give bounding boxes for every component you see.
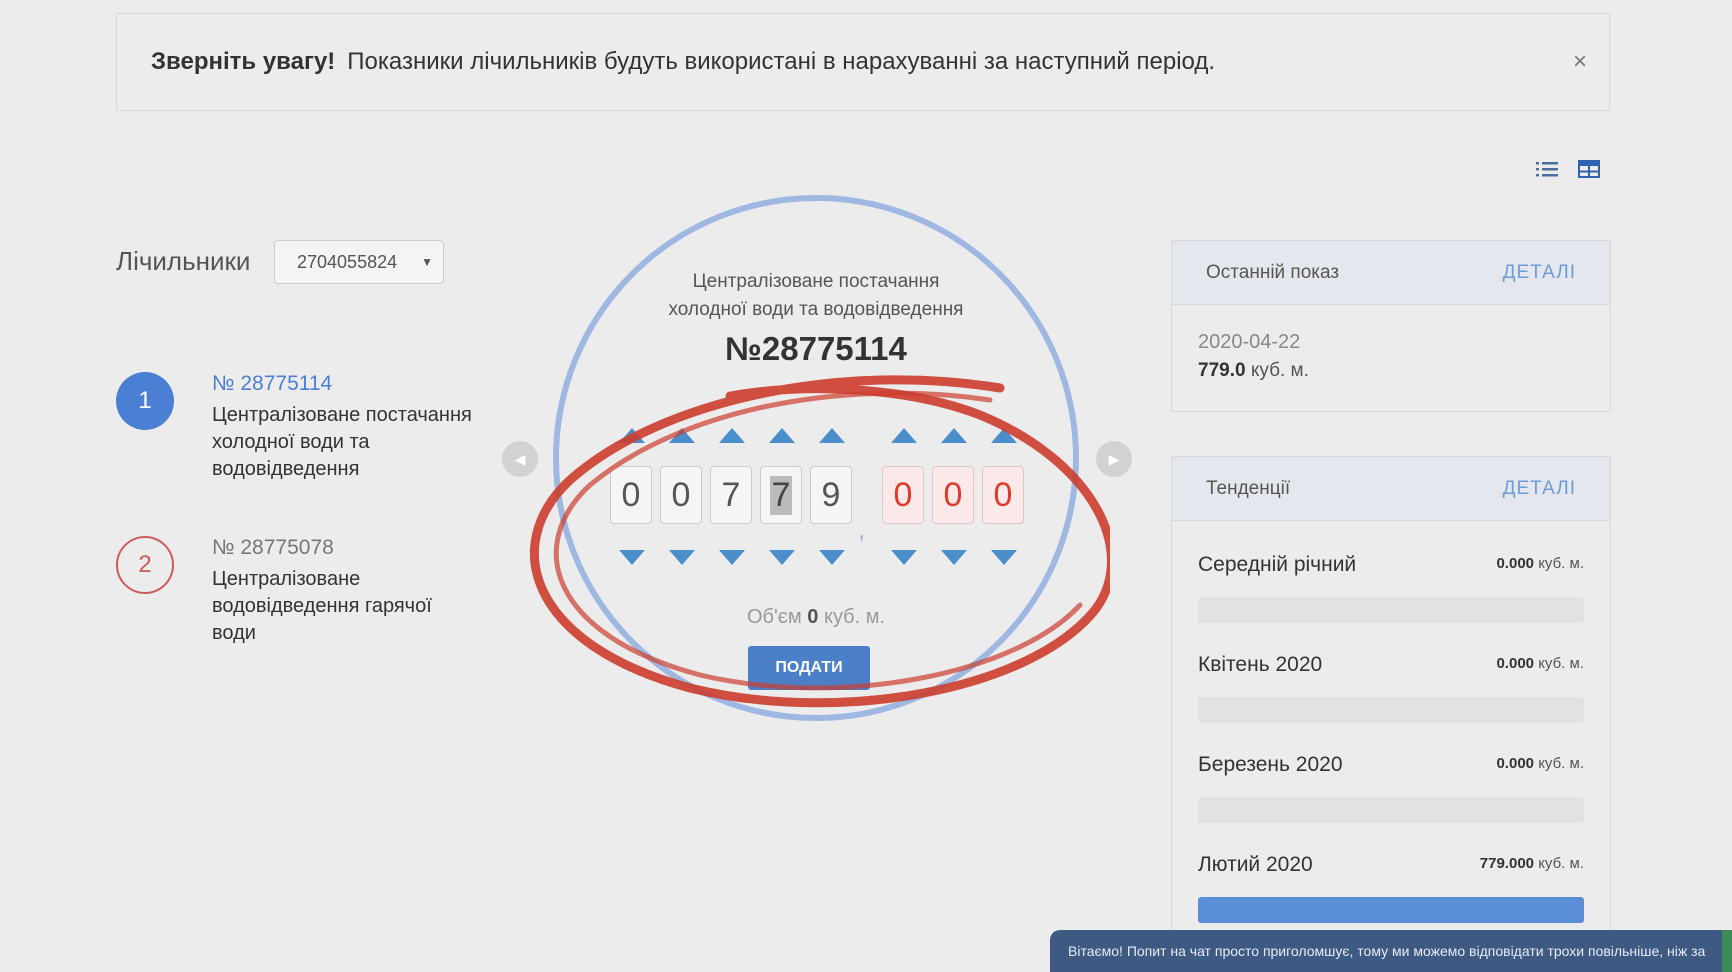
digit-column: 7 bbox=[710, 426, 754, 566]
decrement-arrow-icon[interactable] bbox=[619, 550, 645, 565]
last-reading-title: Останній показ bbox=[1206, 261, 1340, 283]
increment-arrow-icon[interactable] bbox=[719, 428, 745, 443]
meter-list-item-1[interactable]: 1 № 28775114 Централізоване постачання х… bbox=[116, 372, 472, 483]
trends-title: Тенденції bbox=[1206, 477, 1291, 499]
fraction-digit-input[interactable]: 0 bbox=[882, 466, 924, 524]
submit-button[interactable]: ПОДАТИ bbox=[748, 646, 870, 690]
notice-alert: Зверніть увагу! Показники лічильників бу… bbox=[116, 13, 1610, 111]
trend-bar-fill bbox=[1198, 897, 1584, 923]
increment-arrow-icon[interactable] bbox=[769, 428, 795, 443]
decrement-arrow-icon[interactable] bbox=[991, 550, 1017, 565]
volume-unit: куб. м. bbox=[823, 606, 886, 628]
trend-bar bbox=[1198, 797, 1584, 823]
meter-id: № 28775114 bbox=[212, 372, 333, 395]
trends-details-link[interactable]: ДЕТАЛІ bbox=[1503, 478, 1576, 500]
decrement-arrow-icon[interactable] bbox=[769, 550, 795, 565]
increment-arrow-icon[interactable] bbox=[819, 428, 845, 443]
digit-input[interactable]: 0 bbox=[610, 466, 652, 524]
trend-bar bbox=[1198, 897, 1584, 923]
trend-row: Березень 2020 0.000 куб. м. bbox=[1172, 721, 1610, 823]
last-reading-value: 779.0 куб. м. bbox=[1198, 360, 1309, 381]
meters-label: Лічильники bbox=[116, 246, 251, 276]
fraction-digit-column: 0 bbox=[882, 426, 926, 566]
digit-input[interactable]: 7 bbox=[710, 466, 752, 524]
meter-description: Централізоване водовідведення гарячої во… bbox=[212, 568, 432, 644]
trend-bar bbox=[1198, 697, 1584, 723]
digit-column: 7 bbox=[760, 426, 804, 566]
reading-digits: 0 0 7 7 9 , 0 0 0 bbox=[608, 426, 1028, 566]
last-reading-date: 2020-04-22 bbox=[1198, 331, 1301, 353]
digit-input[interactable]: 0 bbox=[660, 466, 702, 524]
trend-name: Лютий 2020 bbox=[1198, 853, 1313, 876]
view-toggle bbox=[1536, 158, 1600, 180]
prev-meter-arrow-icon[interactable]: ◀ bbox=[502, 441, 538, 477]
decrement-arrow-icon[interactable] bbox=[891, 550, 917, 565]
fraction-digit-column: 0 bbox=[982, 426, 1026, 566]
volume-readout: Об'єм 0 куб. м. bbox=[600, 606, 1032, 629]
trend-row: Квітень 2020 0.000 куб. м. bbox=[1172, 621, 1610, 723]
increment-arrow-icon[interactable] bbox=[891, 428, 917, 443]
trend-bar bbox=[1198, 597, 1584, 623]
meter-number-badge: 2 bbox=[116, 536, 174, 594]
fraction-digit-input[interactable]: 0 bbox=[982, 466, 1024, 524]
digit-input-selected[interactable]: 7 bbox=[760, 466, 802, 524]
meter-id: № 28775078 bbox=[212, 536, 334, 559]
account-select[interactable]: 2704055824 ▼ bbox=[274, 240, 444, 284]
digit-column: 0 bbox=[610, 426, 654, 566]
chat-widget-edge bbox=[1722, 930, 1732, 972]
trend-name: Квітень 2020 bbox=[1198, 653, 1323, 676]
fraction-digit-input[interactable]: 0 bbox=[932, 466, 974, 524]
digit-column: 0 bbox=[660, 426, 704, 566]
meter-number-badge: 1 bbox=[116, 372, 174, 430]
trend-amount: 0.000 куб. м. bbox=[1496, 755, 1584, 772]
trend-amount: 0.000 куб. м. bbox=[1496, 555, 1584, 572]
last-reading-panel: Останній показ ДЕТАЛІ 2020-04-22 779.0 к… bbox=[1171, 240, 1611, 412]
service-title: Централізоване постачання холодної води … bbox=[600, 268, 1032, 324]
close-icon[interactable]: × bbox=[1573, 48, 1587, 76]
meter-list-item-2[interactable]: 2 № 28775078 Централізоване водовідведен… bbox=[116, 536, 472, 647]
trend-amount: 0.000 куб. м. bbox=[1496, 655, 1584, 672]
list-view-icon[interactable] bbox=[1536, 158, 1558, 180]
decrement-arrow-icon[interactable] bbox=[719, 550, 745, 565]
account-select-value: 2704055824 bbox=[297, 252, 398, 272]
alert-text: Показники лічильників будуть використані… bbox=[347, 48, 1216, 75]
decimal-comma: , bbox=[858, 514, 866, 544]
chat-widget-banner[interactable]: Вітаємо! Попит на чат просто приголомшує… bbox=[1050, 930, 1732, 972]
digit-column: 9 bbox=[810, 426, 854, 566]
trend-row: Лютий 2020 779.000 куб. м. bbox=[1172, 821, 1610, 923]
trend-row: Середній річний 0.000 куб. м. bbox=[1172, 521, 1610, 623]
volume-value: 0 bbox=[807, 606, 819, 628]
increment-arrow-icon[interactable] bbox=[619, 428, 645, 443]
volume-label: Об'єм bbox=[746, 606, 802, 628]
trend-name: Середній річний bbox=[1198, 553, 1357, 576]
decrement-arrow-icon[interactable] bbox=[941, 550, 967, 565]
trends-panel: Тенденції ДЕТАЛІ Середній річний 0.000 к… bbox=[1171, 456, 1611, 936]
grid-view-icon[interactable] bbox=[1578, 158, 1600, 180]
caret-down-icon: ▼ bbox=[421, 255, 433, 269]
trend-name: Березень 2020 bbox=[1198, 753, 1343, 776]
decrement-arrow-icon[interactable] bbox=[819, 550, 845, 565]
last-reading-details-link[interactable]: ДЕТАЛІ bbox=[1503, 262, 1576, 284]
trend-amount: 779.000 куб. м. bbox=[1479, 855, 1584, 872]
service-title-line1: Централізоване постачання bbox=[692, 271, 940, 292]
alert-title: Зверніть увагу! bbox=[151, 48, 336, 75]
increment-arrow-icon[interactable] bbox=[669, 428, 695, 443]
meter-number-title: №28775114 bbox=[725, 330, 907, 367]
decrement-arrow-icon[interactable] bbox=[669, 550, 695, 565]
increment-arrow-icon[interactable] bbox=[991, 428, 1017, 443]
digit-input[interactable]: 9 bbox=[810, 466, 852, 524]
increment-arrow-icon[interactable] bbox=[941, 428, 967, 443]
meter-description: Централізоване постачання холодної води … bbox=[212, 404, 472, 480]
service-title-line2: холодної води та водовідведення bbox=[668, 299, 964, 320]
next-meter-arrow-icon[interactable]: ▶ bbox=[1096, 441, 1132, 477]
fraction-digit-column: 0 bbox=[932, 426, 976, 566]
